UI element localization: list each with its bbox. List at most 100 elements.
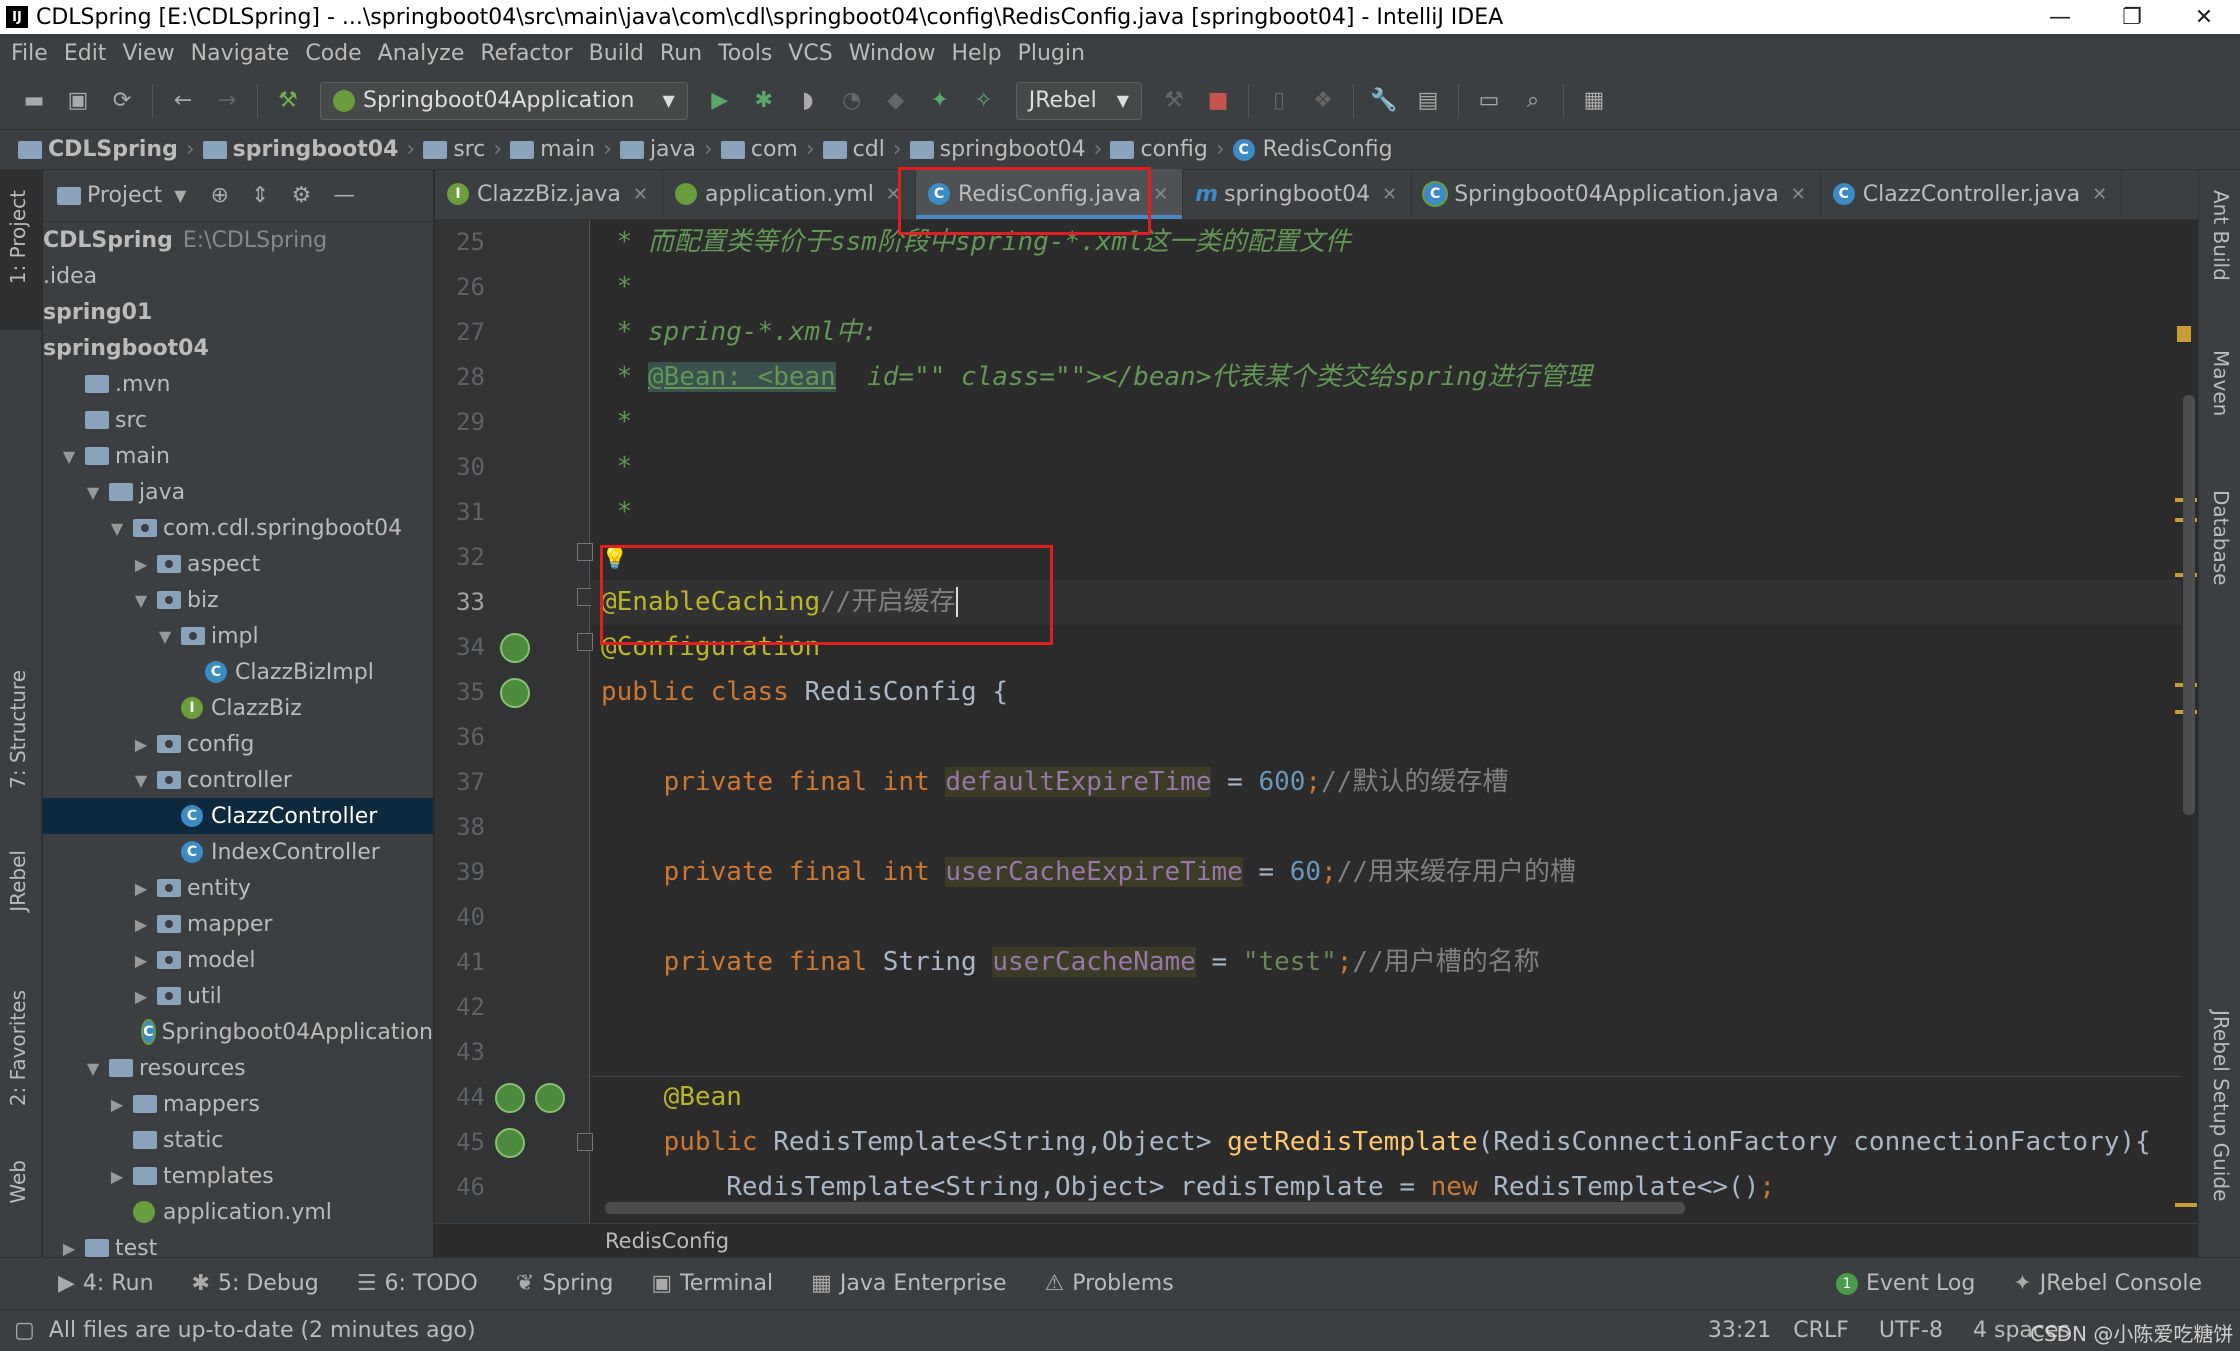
cursor-position[interactable]: 33:21: [1708, 1318, 1771, 1343]
tool-window-4-run[interactable]: ▶ 4: Run: [58, 1271, 154, 1296]
breadcrumb-item[interactable]: main: [510, 137, 595, 162]
tree-node[interactable]: ▶ config: [43, 726, 433, 762]
tab-springboot04[interactable]: m springboot04 ✕: [1183, 169, 1413, 219]
web-tool-tab[interactable]: Web: [6, 1160, 30, 1204]
locate-icon[interactable]: ⊕: [211, 183, 229, 208]
restore-button[interactable]: ❐: [2096, 5, 2168, 30]
breadcrumb-item[interactable]: C RedisConfig: [1232, 137, 1393, 162]
debug-icon[interactable]: ✱: [749, 86, 779, 116]
chevron-right-icon[interactable]: ▶: [129, 555, 153, 574]
breadcrumb-item[interactable]: CDLSpring: [18, 137, 178, 162]
chevron-right-icon[interactable]: ▶: [57, 1239, 81, 1258]
tree-node[interactable]: C ClazzBizImpl: [43, 654, 433, 690]
breadcrumb-item[interactable]: com: [720, 137, 798, 162]
menu-item-view[interactable]: View: [122, 41, 174, 66]
collapse-icon[interactable]: ⇕: [251, 183, 269, 208]
file-encoding[interactable]: UTF-8: [1879, 1318, 1943, 1343]
breadcrumb-item[interactable]: springboot04: [202, 137, 398, 162]
spring-config-icon[interactable]: [500, 678, 530, 708]
chevron-down-icon[interactable]: ▼: [129, 771, 153, 790]
minimize-button[interactable]: —: [2024, 5, 2096, 30]
warning-marker-icon[interactable]: [2177, 326, 2191, 342]
chevron-down-icon[interactable]: ▼: [174, 186, 186, 205]
menu-item-code[interactable]: Code: [305, 41, 361, 66]
database-tool-tab[interactable]: Database: [2209, 490, 2233, 585]
chevron-right-icon[interactable]: ▶: [129, 735, 153, 754]
menu-item-tools[interactable]: Tools: [718, 41, 772, 66]
menu-item-refactor[interactable]: Refactor: [480, 41, 572, 66]
close-tab-icon[interactable]: ✕: [1153, 184, 1168, 205]
save-all-icon[interactable]: ▣: [63, 86, 93, 116]
tree-node[interactable]: .idea: [43, 258, 433, 294]
close-tab-icon[interactable]: ✕: [2092, 184, 2107, 205]
tree-node[interactable]: ▼ biz: [43, 582, 433, 618]
chevron-right-icon[interactable]: ▶: [105, 1095, 129, 1114]
tool-window-terminal[interactable]: ▣ Terminal: [651, 1271, 773, 1296]
breadcrumb-item[interactable]: src: [423, 137, 485, 162]
breadcrumb-item[interactable]: cdl: [822, 137, 885, 162]
tree-node[interactable]: ▶ entity: [43, 870, 433, 906]
tree-node[interactable]: ▶ test: [43, 1230, 433, 1257]
chevron-down-icon[interactable]: ▼: [153, 627, 177, 646]
project-structure-icon[interactable]: ▤: [1413, 86, 1443, 116]
chevron-right-icon[interactable]: ▶: [129, 879, 153, 898]
editor-vertical-scrollbar[interactable]: [2183, 395, 2195, 815]
tree-node[interactable]: ▼ main: [43, 438, 433, 474]
chevron-down-icon[interactable]: ▼: [105, 519, 129, 538]
chevron-right-icon[interactable]: ▶: [129, 987, 153, 1006]
tree-node[interactable]: ▼ impl: [43, 618, 433, 654]
tasks-icon[interactable]: ▦: [1579, 86, 1609, 116]
hammer-icon[interactable]: ⚒: [1159, 86, 1189, 116]
tab-clazzcontroller-java[interactable]: C ClazzController.java ✕: [1821, 169, 2123, 219]
tree-node[interactable]: ▶ aspect: [43, 546, 433, 582]
close-button[interactable]: ✕: [2168, 5, 2240, 30]
menu-item-help[interactable]: Help: [951, 41, 1001, 66]
tree-node[interactable]: src: [43, 402, 433, 438]
tree-node[interactable]: C IndexController: [43, 834, 433, 870]
tool-window-jrebel-console[interactable]: ✦ JRebel Console: [2013, 1271, 2202, 1296]
tree-node[interactable]: ▼ resources: [43, 1050, 433, 1086]
tree-node[interactable]: static: [43, 1122, 433, 1158]
code-editor[interactable]: * 而配置类等价于ssm阶段中spring-*.xml这一类的配置文件 * * …: [591, 220, 2181, 1223]
attach-icon[interactable]: ◆: [881, 86, 911, 116]
wrench-icon[interactable]: 🔧: [1369, 86, 1399, 116]
editor-breadcrumb[interactable]: RedisConfig: [435, 1223, 2198, 1257]
tab-application-yml[interactable]: application.yml ✕: [663, 169, 917, 219]
console-icon[interactable]: ▭: [1474, 86, 1504, 116]
tool-window-5-debug[interactable]: ✱ 5: Debug: [192, 1271, 319, 1296]
tree-node[interactable]: ▼ java: [43, 474, 433, 510]
back-icon[interactable]: ←: [168, 86, 198, 116]
tool-window-problems[interactable]: ⚠ Problems: [1045, 1271, 1174, 1296]
breadcrumb-item[interactable]: config: [1110, 137, 1208, 162]
menu-item-vcs[interactable]: VCS: [788, 41, 832, 66]
tree-node[interactable]: C ClazzController: [43, 798, 433, 834]
tree-node[interactable]: ▶ util: [43, 978, 433, 1014]
tree-node[interactable]: ▼ com.cdl.springboot04: [43, 510, 433, 546]
tab-clazzbiz-java[interactable]: I ClazzBiz.java ✕: [435, 169, 663, 219]
tool-window-6-todo[interactable]: ☰ 6: TODO: [357, 1271, 478, 1296]
project-view-select[interactable]: Project: [87, 183, 162, 208]
menu-item-plugin[interactable]: Plugin: [1018, 41, 1085, 66]
bean-navigate-icon[interactable]: [495, 1128, 525, 1158]
close-tab-icon[interactable]: ✕: [633, 184, 648, 205]
profile-icon[interactable]: ◔: [837, 86, 867, 116]
jrebel-debug-icon[interactable]: ✧: [969, 86, 999, 116]
menu-item-file[interactable]: File: [11, 41, 48, 66]
structure-tool-tab[interactable]: 7: Structure: [6, 670, 30, 789]
tree-node[interactable]: I ClazzBiz: [43, 690, 433, 726]
menu-item-navigate[interactable]: Navigate: [191, 41, 290, 66]
device-icon[interactable]: ▯: [1264, 86, 1294, 116]
tool-window-event-log[interactable]: 1 Event Log: [1835, 1271, 1975, 1296]
open-folder-icon[interactable]: ▬: [19, 86, 49, 116]
bean-navigate-icon[interactable]: [495, 1083, 525, 1113]
chevron-right-icon[interactable]: ▶: [105, 1167, 129, 1186]
chevron-right-icon[interactable]: ▶: [129, 915, 153, 934]
run-icon[interactable]: ▶: [705, 86, 735, 116]
chevron-down-icon[interactable]: ▼: [129, 591, 153, 610]
coverage-icon[interactable]: ◗: [793, 86, 823, 116]
jrebel-setup-guide-tab[interactable]: JRebel Setup Guide: [2209, 1010, 2233, 1201]
bean-check-icon[interactable]: [535, 1083, 565, 1113]
jrebel-run-icon[interactable]: ✦: [925, 86, 955, 116]
close-tab-icon[interactable]: ✕: [1382, 184, 1397, 205]
project-tool-tab[interactable]: 1: Project: [6, 190, 30, 284]
